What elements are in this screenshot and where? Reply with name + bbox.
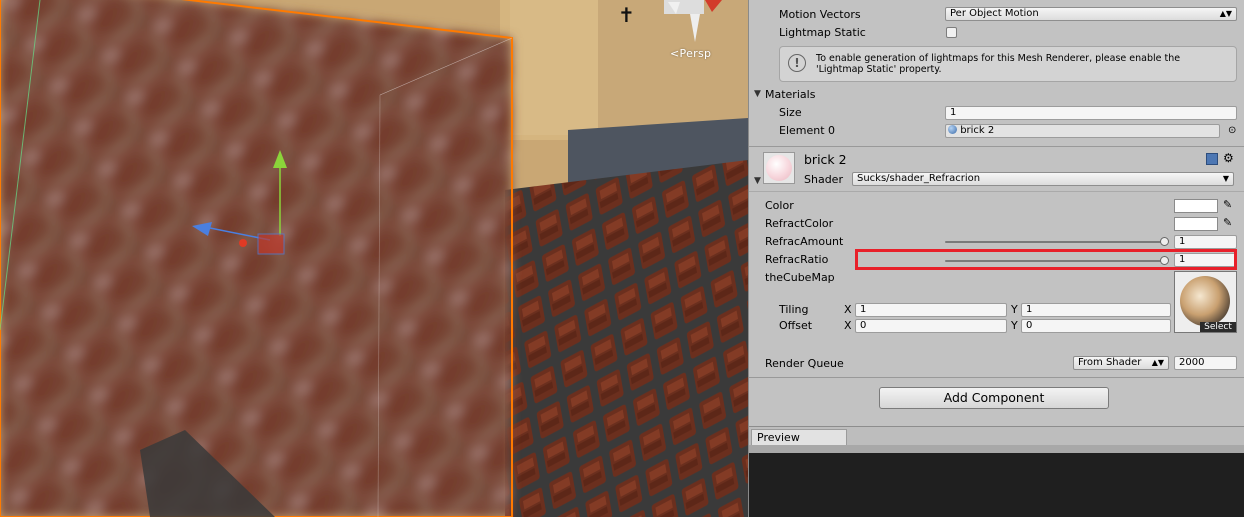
cubemap-label: theCubeMap bbox=[765, 271, 835, 284]
tiling-label: Tiling bbox=[779, 303, 809, 316]
material-name: brick 2 bbox=[804, 152, 847, 167]
offset-label: Offset bbox=[779, 319, 813, 332]
materials-size-label: Size bbox=[779, 106, 802, 119]
svg-text:✝: ✝ bbox=[618, 3, 635, 27]
motion-vectors-label: Motion Vectors bbox=[779, 8, 861, 21]
gear-icon[interactable]: ⚙ bbox=[1223, 151, 1234, 165]
perspective-chevron-icon: < bbox=[670, 47, 680, 60]
render-queue-dropdown[interactable]: From Shader ▲▼ bbox=[1073, 356, 1169, 370]
dropdown-arrow-icon: ▲▼ bbox=[1219, 9, 1232, 18]
motion-vectors-dropdown[interactable]: Per Object Motion ▲▼ bbox=[945, 7, 1237, 21]
offset-y-label: Y bbox=[1011, 319, 1018, 332]
scene-canvas[interactable]: ✝ bbox=[0, 0, 748, 517]
material-preview-thumbnail bbox=[763, 152, 795, 184]
element0-object-field[interactable]: brick 2 bbox=[945, 124, 1220, 138]
tiling-y-label: Y bbox=[1011, 303, 1018, 316]
add-component-button[interactable]: Add Component bbox=[879, 387, 1109, 409]
refract-color-label: RefractColor bbox=[765, 217, 834, 230]
offset-x-label: X bbox=[844, 319, 852, 332]
lightmap-static-label: Lightmap Static bbox=[779, 26, 866, 39]
preview-toolbar bbox=[749, 445, 1244, 453]
tiling-x-field[interactable]: 1 bbox=[855, 303, 1007, 317]
tiling-x-label: X bbox=[844, 303, 852, 316]
preview-area bbox=[749, 453, 1244, 517]
separator bbox=[749, 377, 1244, 378]
preview-tab[interactable]: Preview bbox=[751, 429, 847, 445]
eyedropper-icon[interactable]: ✎ bbox=[1223, 216, 1235, 230]
lightmap-static-checkbox[interactable] bbox=[946, 27, 957, 38]
help-text: To enable generation of lightmaps for th… bbox=[816, 53, 1181, 75]
refrac-amount-label: RefracAmount bbox=[765, 235, 844, 248]
separator bbox=[749, 146, 1244, 147]
material-sphere-icon bbox=[766, 155, 792, 181]
offset-x-field[interactable]: 0 bbox=[855, 319, 1007, 333]
dropdown-arrow-icon: ▲▼ bbox=[1151, 358, 1164, 367]
lightmap-help-box: ! To enable generation of lightmaps for … bbox=[779, 46, 1237, 82]
element0-label: Element 0 bbox=[779, 124, 836, 137]
shader-dropdown[interactable]: Sucks/shader_Refracrion ▼ bbox=[852, 172, 1234, 186]
shader-label: Shader bbox=[804, 173, 843, 186]
render-queue-label: Render Queue bbox=[765, 357, 844, 370]
materials-size-field[interactable]: 1 bbox=[945, 106, 1237, 120]
color-swatch[interactable] bbox=[1174, 199, 1218, 213]
highlight-box bbox=[855, 249, 1237, 270]
materials-foldout-icon[interactable]: ▼ bbox=[754, 89, 761, 99]
refrac-amount-slider[interactable] bbox=[945, 237, 1169, 246]
dropdown-arrow-icon: ▼ bbox=[1222, 174, 1229, 183]
object-picker-icon[interactable]: ⊙ bbox=[1228, 125, 1236, 136]
cubemap-texture-slot[interactable]: Select bbox=[1174, 271, 1237, 333]
refract-color-swatch[interactable] bbox=[1174, 217, 1218, 231]
perspective-label[interactable]: <Persp bbox=[670, 47, 711, 60]
color-label: Color bbox=[765, 199, 794, 212]
cubemap-preview bbox=[1180, 276, 1230, 326]
select-button[interactable]: Select bbox=[1200, 322, 1236, 332]
inspector-panel: Motion Vectors Per Object Motion ▲▼ Ligh… bbox=[748, 0, 1244, 517]
offset-y-field[interactable]: 0 bbox=[1021, 319, 1171, 333]
eyedropper-icon[interactable]: ✎ bbox=[1223, 198, 1235, 212]
scene-view[interactable]: ✝ <Persp bbox=[0, 0, 748, 517]
info-icon: ! bbox=[788, 54, 806, 72]
refrac-ratio-label: RefracRatio bbox=[765, 253, 829, 266]
separator bbox=[749, 191, 1244, 192]
refrac-amount-field[interactable]: 1 bbox=[1174, 235, 1237, 249]
slider-thumb[interactable] bbox=[1160, 237, 1169, 246]
material-sphere-icon bbox=[948, 125, 957, 134]
material-foldout-icon[interactable]: ▼ bbox=[754, 176, 761, 186]
materials-header: Materials bbox=[765, 88, 816, 101]
tiling-y-field[interactable]: 1 bbox=[1021, 303, 1171, 317]
help-book-icon[interactable] bbox=[1206, 153, 1218, 165]
render-queue-field[interactable]: 2000 bbox=[1174, 356, 1237, 370]
